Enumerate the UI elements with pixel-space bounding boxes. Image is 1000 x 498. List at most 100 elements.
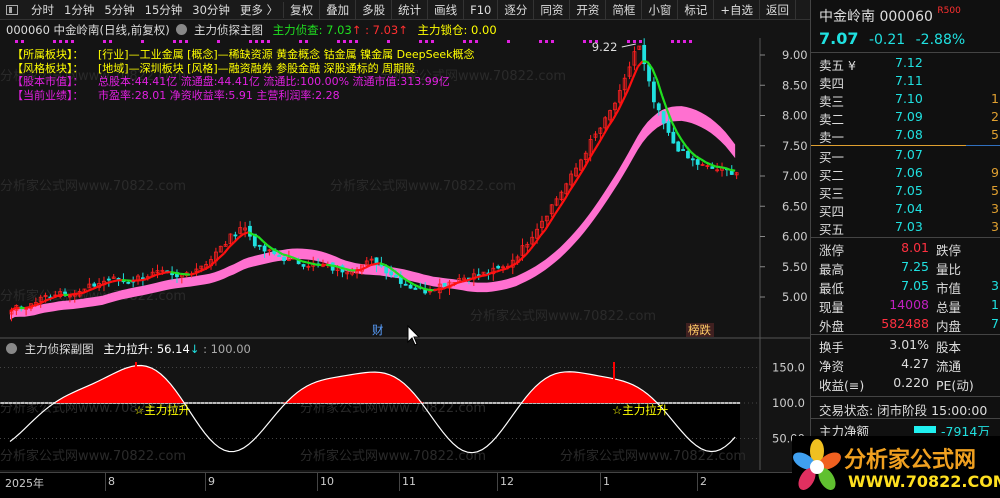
- orderbook-row[interactable]: 卖三 7.10 1: [819, 91, 1000, 109]
- signal-dot: [639, 40, 642, 43]
- stat-label: 量比: [936, 262, 962, 277]
- orderbook-row[interactable]: 买五 7.03 3: [819, 219, 1000, 237]
- ma-line: [369, 263, 376, 267]
- ma-line: [204, 265, 211, 271]
- signal-dot: [507, 40, 510, 43]
- ma-line: [656, 80, 664, 97]
- signal-dot: [59, 40, 62, 43]
- logo: 分析家公式网 WWW.70822.COM: [792, 436, 1000, 498]
- orderbook-row[interactable]: 卖五 ¥ 7.12: [819, 55, 1000, 73]
- watermark-text: 分析家公式网www.70822.com: [0, 448, 186, 464]
- orderbook-price: 7.09: [895, 109, 923, 124]
- signal-dot: [355, 40, 358, 43]
- mouse-cursor-icon: [407, 324, 421, 346]
- signal-dot: [21, 40, 24, 43]
- signal-dot: [109, 40, 112, 43]
- up-arrow-icon: ↑: [351, 23, 362, 37]
- indicator-dropdown-icon[interactable]: [6, 343, 17, 354]
- sub-title[interactable]: 主力侦探副图: [25, 342, 94, 356]
- logo-url: WWW.70822.COM: [848, 472, 1000, 491]
- orderbook-row[interactable]: 卖二 7.09 2: [819, 109, 1000, 127]
- ma-line: [578, 167, 586, 177]
- ma-line: [331, 264, 337, 268]
- signal-dot: [65, 40, 68, 43]
- ma-line: [642, 60, 648, 63]
- ma-line: [670, 121, 678, 133]
- orderbook-label: 卖三: [819, 94, 845, 109]
- lock-value: 主力锁仓: 0.00: [417, 23, 497, 37]
- orderbook-row[interactable]: 买二 7.06 9: [819, 165, 1000, 183]
- orderbook-label: 买五: [819, 222, 845, 237]
- candle: [695, 159, 700, 165]
- info-text: [行业]—工业金属 [概念]—稀缺资源 黄金概念 钴金属 镍金属 DeepSee…: [98, 48, 475, 61]
- indicator-name[interactable]: 主力侦探主图: [194, 23, 263, 37]
- orderbook-row[interactable]: 卖四 7.11: [819, 73, 1000, 91]
- ma-line: [705, 161, 712, 166]
- x-tick: [600, 473, 601, 491]
- current-price: 7.07: [819, 29, 859, 48]
- signal-dot: [173, 40, 176, 43]
- pink-band: [10, 106, 736, 320]
- signal-dot: [185, 40, 188, 43]
- logo-title: 分析家公式网: [844, 448, 977, 473]
- finance-label: 股本: [936, 340, 962, 355]
- ma-line: [568, 182, 576, 192]
- ma-line: [651, 68, 659, 81]
- net-bar: [914, 426, 936, 433]
- info-panel: 【所属板块】： [行业]—工业金属 [概念]—稀缺资源 黄金概念 钴金属 镍金属 …: [12, 48, 475, 102]
- price-tick-label: 5.50: [782, 260, 808, 274]
- price-tick-label: 7.50: [782, 139, 808, 153]
- signal-dot: [431, 40, 434, 43]
- x-tick: [317, 473, 318, 491]
- candle: [257, 244, 262, 247]
- signal-dot: [103, 40, 106, 43]
- candle: [442, 282, 447, 287]
- candle: [233, 234, 238, 237]
- candle: [403, 283, 408, 286]
- price-tick-label: 8.00: [782, 109, 808, 123]
- orderbook-row[interactable]: 买四 7.04 3: [819, 201, 1000, 219]
- orderbook-row[interactable]: 买一 7.07: [819, 147, 1000, 165]
- orderbook-row[interactable]: 卖一 7.08 5: [819, 127, 1000, 145]
- ma-line: [583, 158, 591, 169]
- trade-status: 交易状态: 闭市阶段 15:00:00: [819, 403, 988, 418]
- stat-label: 最高: [819, 262, 845, 277]
- info-label: 【当前业绩】：: [12, 88, 84, 102]
- x-axis-label: 9: [208, 475, 215, 488]
- watermark-text: 分析家公式网www.70822.com: [0, 178, 186, 194]
- orderbook-label: 买二: [819, 168, 845, 183]
- indicator-dropdown-icon[interactable]: [176, 24, 188, 35]
- signal-dot: [249, 40, 252, 43]
- ma-line: [170, 270, 176, 275]
- orderbook-volume: 3: [991, 201, 999, 216]
- signal-dot: [463, 40, 466, 43]
- flower-logo-icon: [793, 439, 841, 490]
- candle: [729, 170, 734, 175]
- signal-dot: [261, 40, 264, 43]
- signal-dot: [539, 40, 542, 43]
- ma-line: [491, 270, 497, 274]
- ma-line: [107, 280, 113, 284]
- signal-dot: [267, 40, 270, 43]
- stat-value: 14008: [889, 297, 929, 312]
- orderbook-volume: 9: [991, 165, 999, 180]
- signal-dot: [349, 40, 352, 43]
- candle: [656, 103, 661, 111]
- ma-line: [257, 235, 264, 243]
- ma-line: [243, 231, 249, 235]
- ma-line: [111, 279, 118, 283]
- ma-line: [680, 139, 688, 148]
- signal-dot: [475, 40, 478, 43]
- stat-label: 最低: [819, 281, 845, 296]
- orderbook-row[interactable]: 买三 7.05 5: [819, 183, 1000, 201]
- ma-line: [24, 306, 30, 310]
- orderbook-label: 买一: [819, 150, 845, 165]
- orderbook-volume: 5: [991, 127, 999, 142]
- candle: [301, 264, 306, 267]
- finance-value: 3.01%: [889, 337, 929, 352]
- ma-line: [141, 278, 147, 282]
- ma-line: [622, 89, 630, 101]
- ma-line: [730, 168, 736, 172]
- ma-line: [631, 66, 639, 79]
- signal-dot: [299, 40, 302, 43]
